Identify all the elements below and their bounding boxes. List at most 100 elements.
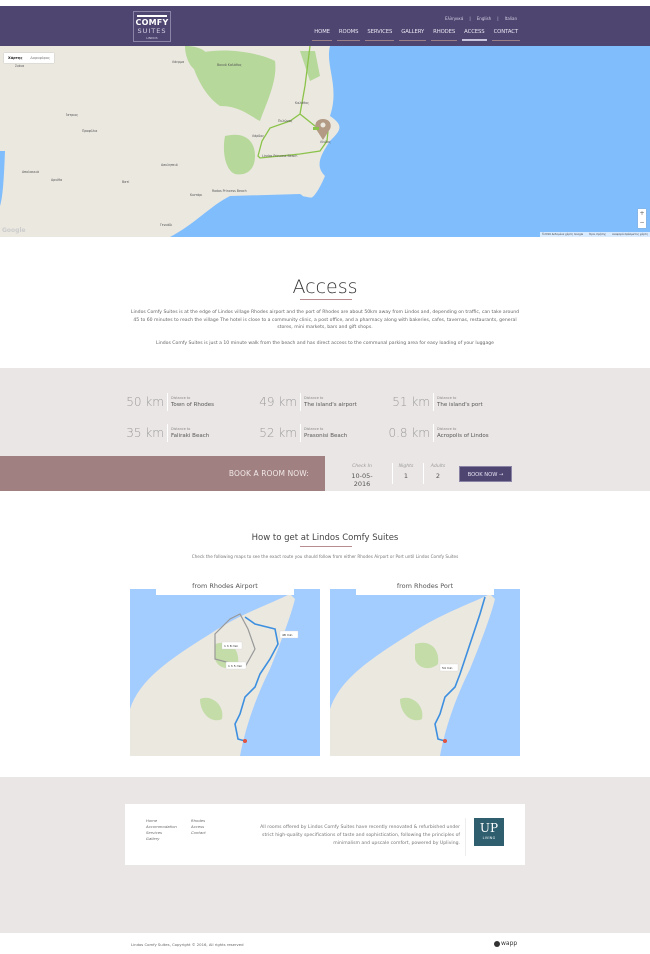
route-map-airport[interactable]: 48 min 1 h 8 min 1 h 5 min (130, 589, 320, 756)
site-logo[interactable]: COMFY SUITES LINDOS (133, 11, 171, 42)
distance-km: 35 km (126, 426, 164, 440)
west-sea (0, 151, 5, 206)
checkin-value[interactable]: 10-05-2016 (345, 472, 379, 488)
distance-destination: The island's port (437, 402, 483, 408)
distance-label: Distance to (171, 396, 191, 400)
checkin-field[interactable]: Check In 10-05-2016 (345, 464, 379, 488)
divider (465, 818, 466, 856)
copyright: Lindos Comfy Suites, Copyright © 2016, A… (131, 942, 244, 947)
nights-field[interactable]: Nights 1 (396, 464, 416, 480)
access-title: Access (292, 276, 358, 298)
distance-item: 49 km Distance to The island's airport (255, 392, 357, 412)
upliving-logo-line1: UP (479, 821, 499, 835)
island-land (130, 594, 295, 756)
distance-item: 0.8 km Distance to Acropolis of Lindos (388, 423, 489, 443)
location-map[interactable]: Σιάνα Λάερμα Ίστριος Προφύλια Ασκληπειό … (0, 46, 650, 237)
title-underline (300, 546, 352, 547)
upliving-logo[interactable]: UP LIVING (474, 818, 504, 846)
road-badge (313, 127, 319, 130)
title-underline (300, 299, 352, 300)
attribution-report[interactable]: Αναφορά σφάλματος χάρτη (612, 233, 648, 236)
divider (300, 393, 301, 411)
park-area (300, 51, 320, 81)
nights-value[interactable]: 1 (396, 472, 416, 480)
nav-access[interactable]: ACCESS (462, 29, 487, 41)
route-time: 1 h 8 min (224, 644, 238, 648)
logo-line1: COMFY (135, 18, 169, 27)
booking-cta-text: BOOK A ROOM NOW: (228, 469, 309, 478)
route-map-port[interactable]: 54 min (330, 589, 520, 756)
wapp-logo-icon (494, 940, 500, 947)
adults-label: Adults (430, 464, 446, 469)
route-map-canvas: 54 min (330, 594, 495, 756)
nav-gallery[interactable]: GALLERY (399, 29, 427, 41)
divider (423, 463, 424, 484)
how-to-title: How to get at Lindos Comfy Suites (251, 533, 399, 543)
map-label: Ασκληπειό (161, 163, 178, 167)
zoom-in-button[interactable]: + (638, 209, 646, 218)
adults-field[interactable]: Adults 2 (427, 464, 449, 480)
map-label: Προφύλια (82, 129, 97, 133)
distance-km: 0.8 km (388, 426, 430, 440)
adults-value[interactable]: 2 (427, 472, 449, 480)
logo-bar (137, 15, 167, 17)
route-time: 1 h 5 min (228, 664, 242, 668)
footer-link-contact[interactable]: Contact (191, 830, 206, 836)
distance-item: 52 km Distance to Prasonisi Beach (255, 423, 347, 443)
divider (433, 393, 434, 411)
lang-italian[interactable]: Italian (505, 16, 517, 21)
distance-destination: Prasonisi Beach (304, 433, 348, 439)
lang-greek[interactable]: Ελληνικά (445, 16, 463, 21)
nav-rhodes[interactable]: RHODES (431, 29, 458, 41)
distances-section: 50 km Distance to Town of Rhodes 49 km Di… (0, 368, 650, 456)
attribution-data: ©2016 Δεδομένα χάρτη Google (541, 233, 584, 236)
nav-services[interactable]: SERVICES (365, 29, 395, 41)
book-now-button[interactable]: BOOK NOW → (459, 466, 512, 482)
map-canvas: Σιάνα Λάερμα Ίστριος Προφύλια Ασκληπειό … (0, 46, 650, 237)
destination-pin-icon (243, 739, 247, 743)
logo-line3: LINDOS (146, 36, 158, 40)
footer-links-col1: Home Accommodation Services Gallery (146, 818, 177, 842)
distance-label: Distance to (437, 427, 457, 431)
wapp-credit[interactable]: wapp (494, 940, 517, 947)
distance-destination: Town of Rhodes (171, 402, 214, 408)
map-label: Rodos Princess Beach (212, 189, 247, 193)
island-land (330, 594, 495, 756)
language-switcher: Ελληνικά | English | Italian (445, 16, 517, 21)
bay-area (170, 176, 330, 237)
map-label: Πυλώνας (278, 119, 293, 123)
distance-km: 49 km (259, 395, 297, 409)
lang-english[interactable]: English (477, 16, 491, 21)
route-tab-port[interactable]: from Rhodes Port (356, 578, 494, 595)
distance-km: 52 km (259, 426, 297, 440)
footer-links-col2: Rhodes Access Contact (191, 818, 206, 836)
map-type-satellite[interactable]: Δορυφόρος (26, 53, 54, 63)
distance-label: Distance to (304, 427, 324, 431)
map-label: Καλάθος (295, 101, 309, 105)
map-type-map[interactable]: Χάρτης (4, 53, 26, 63)
attribution-terms[interactable]: Όροι Χρήσης (589, 233, 606, 236)
distance-destination: Faliraki Beach (171, 433, 210, 439)
nav-rooms[interactable]: ROOMS (336, 29, 361, 41)
divider (300, 424, 301, 442)
route-tab-airport[interactable]: from Rhodes Airport (156, 578, 294, 595)
google-logo: Google (2, 227, 26, 234)
route-time: 54 min (442, 666, 453, 670)
map-label: Αρνίθα (51, 178, 62, 182)
zoom-out-button[interactable]: − (638, 218, 646, 227)
map-label: Βατί (122, 180, 130, 184)
how-to-subtitle: Check the following maps to see the exac… (191, 554, 459, 559)
distance-item: 35 km Distance to Faliraki Beach (122, 423, 209, 443)
divider (167, 424, 168, 442)
footer-link-gallery[interactable]: Gallery (146, 836, 177, 842)
map-label: Βουνό Καλάθος (217, 63, 242, 67)
footer-box: Home Accommodation Services Gallery Rhod… (125, 804, 525, 865)
map-attribution: ©2016 Δεδομένα χάρτη Google Όροι Χρήσης … (539, 232, 650, 237)
nav-contact[interactable]: CONTACT (491, 29, 520, 41)
nav-home[interactable]: HOME (312, 29, 332, 41)
distance-item: 51 km Distance to The island's port (388, 392, 483, 412)
lang-separator: | (497, 16, 499, 21)
map-label: Lindos Princess Beach (262, 154, 297, 158)
map-label: Απολακκιά (22, 170, 39, 174)
access-paragraph: Lindos Comfy Suites is at the edge of Li… (130, 310, 520, 330)
